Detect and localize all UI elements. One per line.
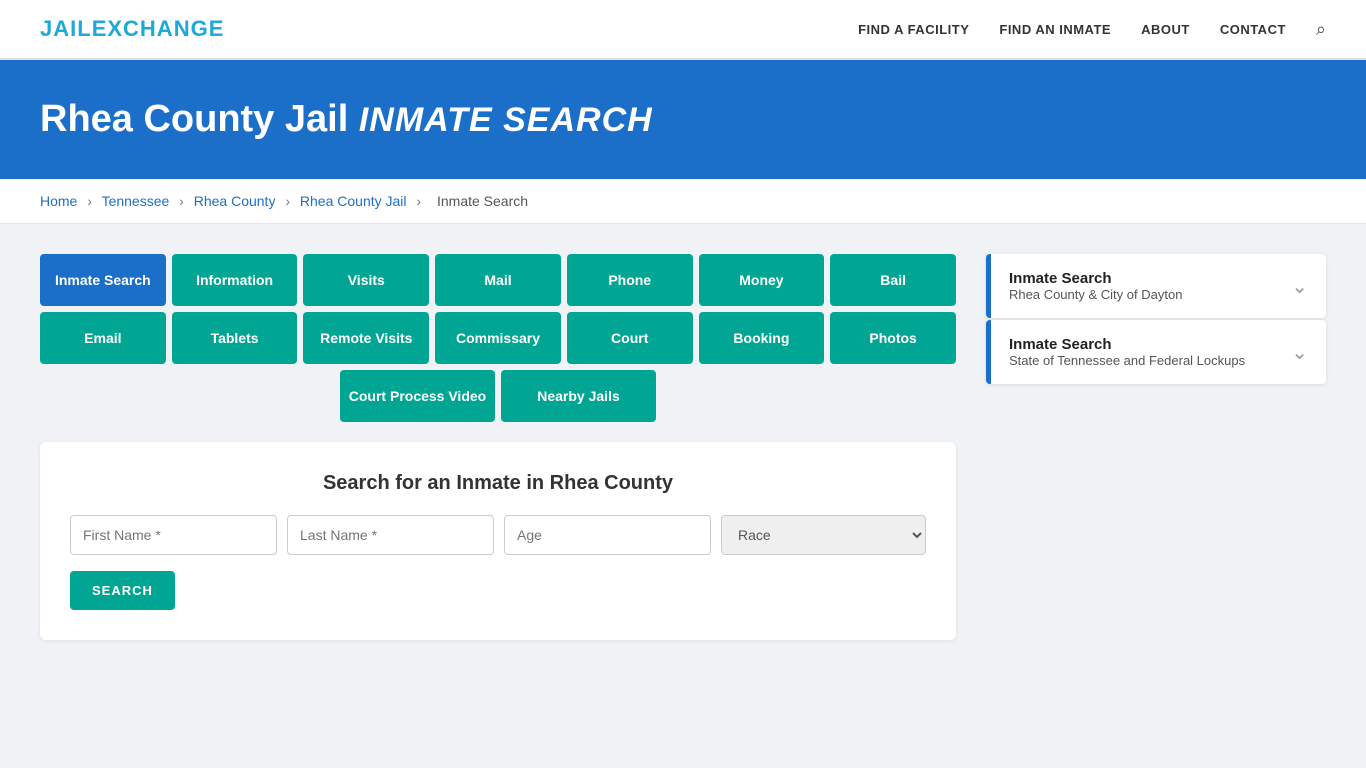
tab-mail[interactable]: Mail [435,254,561,306]
search-fields: Race White Black Hispanic Asian Other [70,515,926,555]
tab-remote-visits[interactable]: Remote Visits [303,312,429,364]
breadcrumb-current: Inmate Search [437,193,528,209]
logo[interactable]: JAILEXCHANGE [40,16,224,42]
search-form-title: Search for an Inmate in Rhea County [70,472,926,495]
sidebar-card-2-header[interactable]: Inmate Search State of Tennessee and Fed… [986,320,1326,384]
race-select[interactable]: Race White Black Hispanic Asian Other [721,515,926,555]
tab-inmate-search[interactable]: Inmate Search [40,254,166,306]
nav-find-facility[interactable]: FIND A FACILITY [858,22,969,37]
navbar: JAILEXCHANGE FIND A FACILITY FIND AN INM… [0,0,1366,60]
sidebar-card-1: Inmate Search Rhea County & City of Dayt… [986,254,1326,318]
logo-exchange: EXCHANGE [92,16,225,41]
nav-contact[interactable]: CONTACT [1220,22,1286,37]
tab-email[interactable]: Email [40,312,166,364]
tab-nearby-jails[interactable]: Nearby Jails [501,370,656,422]
nav-about[interactable]: ABOUT [1141,22,1190,37]
tab-money[interactable]: Money [699,254,825,306]
sidebar-card-1-subtitle: Rhea County & City of Dayton [1009,287,1182,302]
page-title: Rhea County Jail INMATE SEARCH [40,98,1326,141]
tab-photos[interactable]: Photos [830,312,956,364]
main-content: Inmate Search Information Visits Mail Ph… [0,224,1366,670]
tab-court[interactable]: Court [567,312,693,364]
tab-row-1: Inmate Search Information Visits Mail Ph… [40,254,956,306]
sidebar-card-2-subtitle: State of Tennessee and Federal Lockups [1009,353,1245,368]
tab-visits[interactable]: Visits [303,254,429,306]
last-name-input[interactable] [287,515,494,555]
hero-banner: Rhea County Jail INMATE SEARCH [0,60,1366,179]
sidebar-card-1-title: Inmate Search [1009,270,1182,287]
search-icon[interactable]: ⌕ [1316,19,1326,40]
tab-row-3: Court Process Video Nearby Jails [40,370,956,422]
breadcrumb-home[interactable]: Home [40,193,77,209]
tab-bail[interactable]: Bail [830,254,956,306]
tab-tablets[interactable]: Tablets [172,312,298,364]
sidebar-card-1-header[interactable]: Inmate Search Rhea County & City of Dayt… [986,254,1326,318]
logo-jail: JAIL [40,16,92,41]
nav-links: FIND A FACILITY FIND AN INMATE ABOUT CON… [858,19,1326,40]
chevron-down-icon-2: ⌄ [1291,340,1308,365]
right-column: Inmate Search Rhea County & City of Dayt… [986,254,1326,386]
tab-row-2: Email Tablets Remote Visits Commissary C… [40,312,956,364]
sidebar-card-2: Inmate Search State of Tennessee and Fed… [986,320,1326,384]
tab-phone[interactable]: Phone [567,254,693,306]
breadcrumb-rhea-county[interactable]: Rhea County [194,193,276,209]
tab-commissary[interactable]: Commissary [435,312,561,364]
tab-court-process-video[interactable]: Court Process Video [340,370,495,422]
tab-booking[interactable]: Booking [699,312,825,364]
search-button[interactable]: SEARCH [70,571,175,610]
breadcrumb-rhea-county-jail[interactable]: Rhea County Jail [300,193,407,209]
sidebar-card-2-title: Inmate Search [1009,336,1245,353]
breadcrumb-tennessee[interactable]: Tennessee [102,193,170,209]
chevron-down-icon-1: ⌄ [1291,274,1308,299]
nav-find-inmate[interactable]: FIND AN INMATE [999,22,1111,37]
left-column: Inmate Search Information Visits Mail Ph… [40,254,956,640]
first-name-input[interactable] [70,515,277,555]
search-form-container: Search for an Inmate in Rhea County Race… [40,442,956,640]
breadcrumb: Home › Tennessee › Rhea County › Rhea Co… [0,179,1366,224]
age-input[interactable] [504,515,711,555]
tab-information[interactable]: Information [172,254,298,306]
